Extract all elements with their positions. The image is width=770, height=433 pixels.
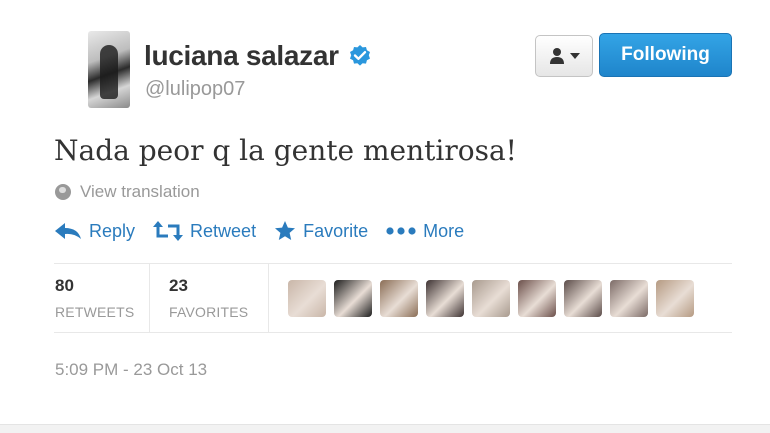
more-button[interactable]: More <box>386 221 464 242</box>
reply-icon <box>55 223 81 239</box>
retweets-label: RETWEETS <box>55 304 135 320</box>
star-icon <box>275 221 296 240</box>
author-name[interactable]: luciana salazar <box>144 40 339 72</box>
bottom-strip <box>0 424 770 433</box>
favoriter-avatar[interactable] <box>426 280 464 317</box>
user-actions-dropdown[interactable] <box>535 35 593 77</box>
retweet-label: Retweet <box>190 220 257 241</box>
reply-label: Reply <box>89 220 136 241</box>
favorites-label: FAVORITES <box>169 304 249 320</box>
favoriter-avatar[interactable] <box>610 280 648 317</box>
favorite-label: Favorite <box>303 220 369 241</box>
favoriter-avatar[interactable] <box>380 280 418 317</box>
favoriter-avatars <box>288 280 694 317</box>
retweets-count: 80 <box>55 276 74 295</box>
stats-separator <box>268 263 269 332</box>
favoriter-avatar[interactable] <box>334 280 372 317</box>
favoriter-avatar[interactable] <box>564 280 602 317</box>
more-dots-icon <box>386 227 416 235</box>
retweets-stat[interactable]: 80 RETWEETS <box>55 276 134 320</box>
user-icon <box>549 48 564 64</box>
view-translation-label: View translation <box>80 182 200 201</box>
favorite-button[interactable]: Favorite <box>274 220 368 242</box>
tweet-actions: Reply Retweet Favorite More <box>54 220 482 242</box>
caret-down-icon <box>569 53 580 59</box>
globe-icon <box>55 184 71 200</box>
stats-top-divider <box>54 263 732 264</box>
reply-button[interactable]: Reply <box>54 221 135 242</box>
more-label: More <box>423 220 465 241</box>
favorites-count: 23 <box>169 276 188 295</box>
stats-separator <box>149 263 150 332</box>
author-handle[interactable]: @lulipop07 <box>145 78 245 101</box>
tweet-text: Nada peor q la gente mentirosa! <box>54 134 517 167</box>
favoriter-avatar[interactable] <box>472 280 510 317</box>
author-avatar[interactable] <box>88 31 130 108</box>
retweet-button[interactable]: Retweet <box>153 221 256 242</box>
retweet-icon <box>153 221 184 241</box>
avatar-figure <box>100 45 118 99</box>
view-translation-link[interactable]: View translation <box>55 182 200 202</box>
favoriter-avatar[interactable] <box>288 280 326 317</box>
verified-badge-icon <box>350 45 370 66</box>
favoriter-avatar[interactable] <box>656 280 694 317</box>
tweet-timestamp[interactable]: 5:09 PM - 23 Oct 13 <box>55 360 207 380</box>
favorites-stat[interactable]: 23 FAVORITES <box>169 276 248 320</box>
stats-bottom-divider <box>54 332 732 333</box>
favoriter-avatar[interactable] <box>518 280 556 317</box>
following-button[interactable]: Following <box>599 33 732 77</box>
